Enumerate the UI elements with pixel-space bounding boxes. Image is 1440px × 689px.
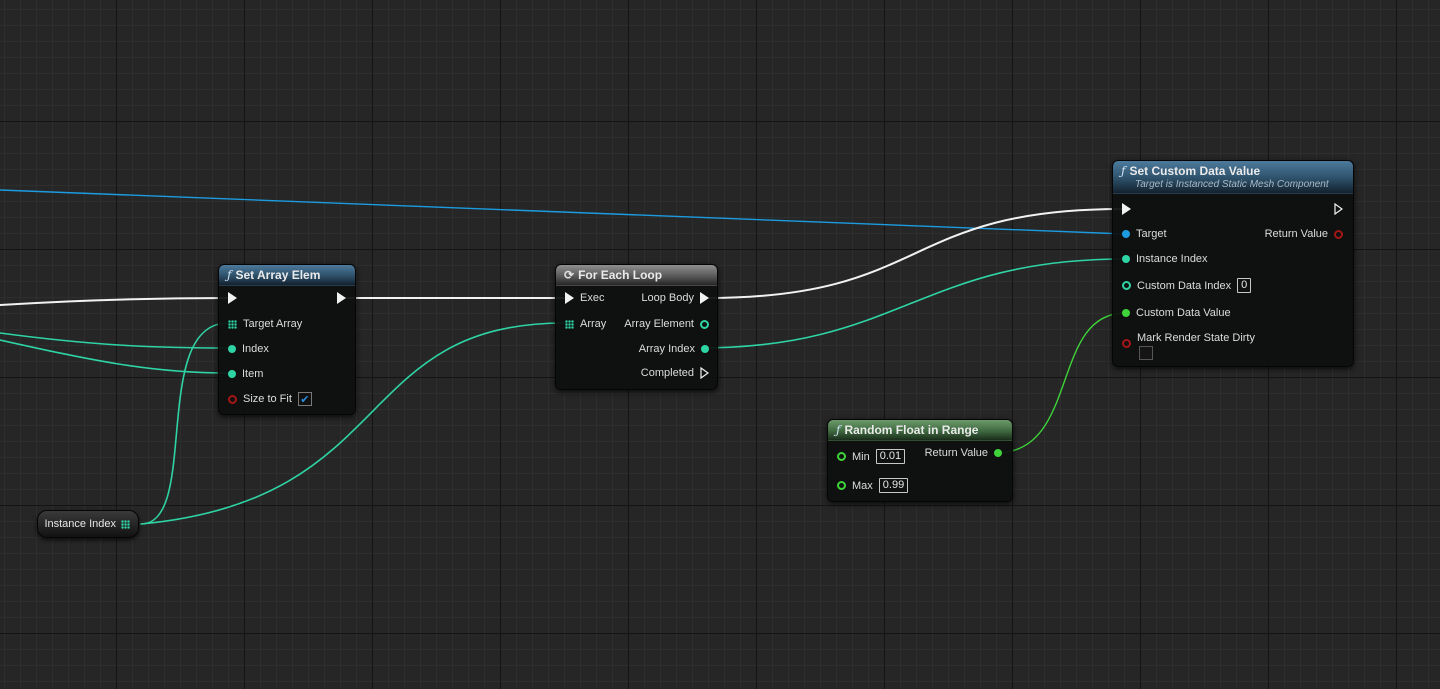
- exec-pin-icon: [565, 292, 574, 304]
- exec-pin-icon: [228, 292, 237, 304]
- int-pin-icon: [1122, 281, 1131, 290]
- pin-min[interactable]: Min 0.01: [837, 449, 906, 464]
- custom-data-index-input[interactable]: 0: [1237, 278, 1252, 293]
- float-pin-icon: [1122, 309, 1130, 317]
- exec-pin-icon: [1122, 203, 1131, 215]
- pin-label: Array: [580, 318, 607, 330]
- mark-render-state-dirty-checkbox[interactable]: [1139, 346, 1153, 360]
- pin-label: Index: [242, 343, 269, 355]
- exec-pin-hollow-icon: [1334, 203, 1343, 215]
- pin-label: Return Value: [1264, 228, 1328, 240]
- array-grid-icon[interactable]: [121, 519, 130, 529]
- pin-label: Max: [852, 479, 873, 492]
- array-grid-icon: [228, 319, 237, 329]
- pin-label: Array Element: [624, 318, 694, 330]
- pin-exec-in[interactable]: [1122, 203, 1131, 215]
- pin-target[interactable]: Target: [1122, 228, 1167, 240]
- size-to-fit-checkbox[interactable]: ✔: [297, 392, 312, 406]
- min-value-input[interactable]: 0.01: [875, 449, 906, 464]
- pin-exec[interactable]: Exec: [565, 292, 604, 304]
- pin-array[interactable]: Array: [565, 318, 606, 330]
- bool-pin-icon: [1122, 339, 1131, 348]
- function-icon: ƒ: [227, 268, 232, 282]
- pin-label: Custom Data Index: [1137, 279, 1232, 292]
- array-grid-icon: [565, 319, 574, 329]
- pin-exec-in[interactable]: [228, 292, 237, 304]
- node-header[interactable]: ƒ Random Float in Range: [828, 420, 1012, 441]
- variable-label: Instance Index: [44, 518, 116, 530]
- pin-custom-data-index[interactable]: Custom Data Index 0: [1122, 278, 1252, 293]
- max-value-input[interactable]: 0.99: [878, 478, 909, 493]
- pin-loop-body[interactable]: Loop Body: [641, 292, 709, 304]
- int-pin-icon: [700, 319, 709, 329]
- pin-array-index[interactable]: Array Index: [639, 343, 709, 355]
- pin-completed[interactable]: Completed: [641, 367, 709, 379]
- variable-instance-index[interactable]: Instance Index: [37, 510, 139, 538]
- object-pin-icon: [1122, 230, 1130, 238]
- node-set-array-elem[interactable]: ƒ Set Array Elem Target Array Index Item…: [218, 264, 356, 415]
- pin-label: Instance Index: [1136, 253, 1208, 265]
- exec-pin-icon: [700, 292, 709, 304]
- node-random-float-in-range[interactable]: ƒ Random Float in Range Min 0.01 Max 0.9…: [827, 419, 1013, 502]
- wire-object-target: [0, 189, 1126, 235]
- pin-label: Return Value: [924, 447, 988, 459]
- function-icon: ƒ: [1121, 164, 1126, 178]
- wire-int-arrayindex-instance: [699, 258, 1126, 349]
- bool-pin-icon: [1334, 229, 1343, 239]
- pin-array-element[interactable]: Array Element: [624, 318, 709, 330]
- loop-icon: ⟳: [564, 268, 575, 282]
- exec-pin-icon: [337, 292, 346, 304]
- int-pin-icon: [1122, 255, 1130, 263]
- node-subtitle: Target is Instanced Static Mesh Componen…: [1135, 179, 1329, 190]
- pin-item[interactable]: Item: [228, 368, 263, 380]
- int-pin-icon: [228, 370, 236, 378]
- node-for-each-loop[interactable]: ⟳ For Each Loop Exec Array Loop Body Arr…: [555, 264, 718, 390]
- pin-label: Mark Render State Dirty: [1137, 332, 1255, 344]
- pin-return-value[interactable]: Return Value: [925, 447, 1002, 459]
- node-title: Set Array Elem: [235, 268, 321, 282]
- wire-exec-in: [0, 297, 229, 306]
- pin-exec-out[interactable]: [1334, 203, 1343, 215]
- node-title: For Each Loop: [578, 268, 663, 282]
- wire-int-index-in: [0, 332, 229, 349]
- pin-label: Exec: [580, 292, 605, 304]
- function-icon: ƒ: [836, 423, 841, 437]
- pin-label: Min: [852, 450, 870, 463]
- pin-label: Completed: [640, 367, 694, 379]
- exec-pin-hollow-icon: [700, 367, 709, 379]
- pin-instance-index[interactable]: Instance Index: [1122, 253, 1208, 265]
- pin-label: Loop Body: [641, 292, 694, 304]
- pin-mark-render-state-dirty[interactable]: Mark Render State Dirty: [1122, 332, 1255, 360]
- pin-custom-data-value[interactable]: Custom Data Value: [1122, 307, 1231, 319]
- node-title: Set Custom Data Value: [1129, 164, 1261, 178]
- pin-exec-out[interactable]: [337, 292, 346, 304]
- node-header[interactable]: ⟳ For Each Loop: [556, 265, 717, 286]
- node-header[interactable]: ƒ Set Custom Data Value Target is Instan…: [1113, 161, 1353, 194]
- float-pin-icon: [994, 449, 1002, 457]
- pin-target-array[interactable]: Target Array: [228, 318, 302, 330]
- wire-int-var-targetarray: [140, 322, 229, 525]
- pin-max[interactable]: Max 0.99: [837, 478, 909, 493]
- float-pin-icon: [837, 452, 846, 461]
- pin-label: Item: [242, 368, 264, 380]
- wire-exec-loop-setcustom: [706, 208, 1123, 299]
- int-pin-icon: [228, 345, 236, 353]
- pin-label: Target Array: [243, 318, 303, 330]
- node-header[interactable]: ƒ Set Array Elem: [219, 265, 355, 286]
- pin-return-value[interactable]: Return Value: [1265, 228, 1343, 240]
- float-pin-icon: [837, 481, 846, 490]
- pin-label: Array Index: [638, 343, 695, 355]
- wire-float-random-customdata: [995, 312, 1126, 454]
- node-title: Random Float in Range: [844, 423, 979, 437]
- int-pin-icon: [701, 345, 709, 353]
- pin-index[interactable]: Index: [228, 343, 269, 355]
- pin-size-to-fit[interactable]: Size to Fit ✔: [228, 392, 312, 406]
- wire-int-item-in: [0, 339, 229, 374]
- pin-label: Target: [1136, 228, 1167, 240]
- pin-label: Custom Data Value: [1136, 307, 1231, 319]
- pin-label: Size to Fit: [243, 393, 292, 405]
- bool-pin-icon: [228, 394, 237, 404]
- checkmark-icon: ✔: [300, 393, 310, 406]
- node-set-custom-data-value[interactable]: ƒ Set Custom Data Value Target is Instan…: [1112, 160, 1354, 367]
